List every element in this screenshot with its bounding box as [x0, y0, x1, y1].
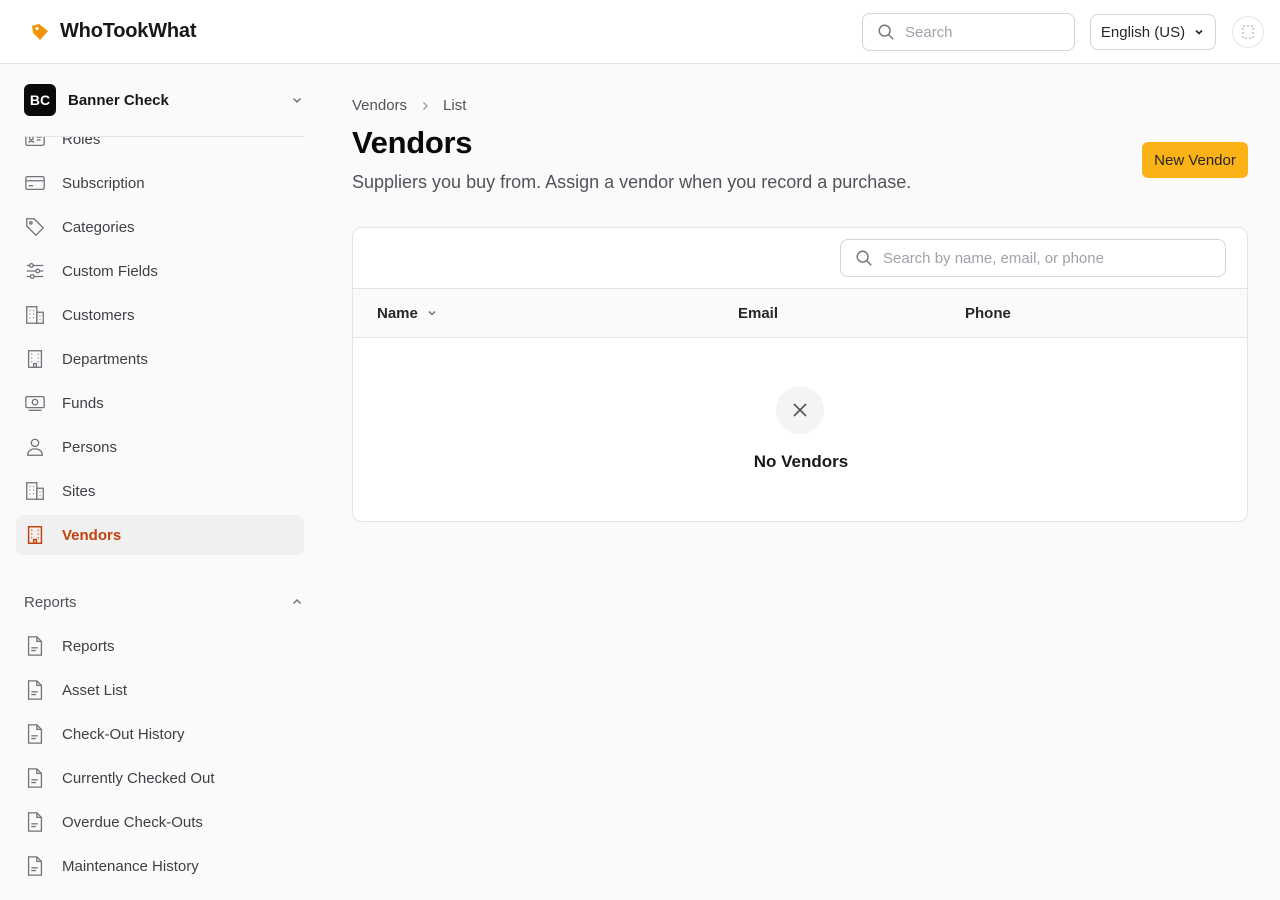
column-header-email[interactable]: Email	[738, 289, 778, 337]
chevron-up-icon	[292, 598, 302, 605]
sidebar-item-label: Maintenance History	[62, 857, 199, 875]
building-icon	[26, 482, 44, 500]
table-header: Name Email Phone	[353, 288, 1247, 338]
sliders-icon	[26, 263, 44, 279]
sidebar-item-label: Departments	[62, 350, 148, 368]
sidebar-item-label: Vendors	[62, 526, 122, 544]
office-building-icon	[27, 350, 43, 368]
sidebar-item-currently-checked-out[interactable]: Currently Checked Out	[16, 758, 304, 798]
banknote-icon	[25, 395, 45, 411]
sidebar-item-label: Overdue Check-Outs	[62, 813, 203, 831]
page-title: Vendors	[352, 125, 473, 160]
sidebar-item-overdue-check-outs[interactable]: Overdue Check-Outs	[16, 802, 304, 842]
chevron-down-icon	[292, 97, 302, 104]
sidebar-item-custom-fields[interactable]: Custom Fields	[16, 251, 304, 291]
sidebar-item-check-out-history[interactable]: Check-Out History	[16, 714, 304, 754]
user-avatar[interactable]	[1232, 16, 1264, 48]
brand[interactable]: WhoTookWhat	[30, 20, 196, 43]
sidebar: BC Banner Check Roles Subscription Categ…	[0, 65, 320, 900]
section-title: Reports	[24, 593, 77, 611]
top-bar: WhoTookWhat English (US)	[0, 0, 1280, 64]
sidebar-item-asset-list[interactable]: Asset List	[16, 670, 304, 710]
document-icon	[27, 812, 43, 832]
building-icon	[26, 306, 44, 324]
sidebar-item-subscription[interactable]: Subscription	[16, 163, 304, 203]
sidebar-item-label: Categories	[62, 218, 135, 236]
sidebar-item-label: Customers	[62, 306, 135, 324]
sidebar-item-label: Persons	[62, 438, 118, 456]
table-search-input[interactable]	[883, 249, 1213, 267]
sort-chevron-down-icon	[428, 310, 436, 316]
sidebar-item-departments[interactable]: Departments	[16, 339, 304, 379]
column-label: Name	[377, 304, 418, 322]
global-search-input[interactable]	[905, 23, 1055, 41]
org-switcher[interactable]: BC Banner Check	[24, 83, 304, 117]
org-avatar: BC	[24, 84, 56, 116]
page-subtitle: Suppliers you buy from. Assign a vendor …	[352, 172, 912, 192]
vendors-table-card: Name Email Phone No Vendors	[352, 227, 1248, 522]
close-icon	[793, 403, 807, 417]
document-icon	[27, 636, 43, 656]
sidebar-item-reports[interactable]: Reports	[16, 626, 304, 666]
language-select[interactable]: English (US)	[1090, 14, 1216, 50]
sidebar-item-label: Custom Fields	[62, 262, 158, 280]
sidebar-item-label: Currently Checked Out	[62, 769, 215, 787]
sidebar-item-label: Check-Out History	[62, 725, 185, 743]
search-icon	[856, 250, 872, 266]
column-label: Phone	[965, 304, 1011, 322]
office-building-icon	[27, 526, 43, 544]
sidebar-item-label: Sites	[62, 482, 96, 500]
sidebar-item-categories[interactable]: Categories	[16, 207, 304, 247]
sidebar-item-label: Subscription	[62, 174, 145, 192]
document-icon	[27, 680, 43, 700]
column-header-name[interactable]: Name	[377, 289, 438, 337]
sidebar-item-label: Roles	[62, 137, 101, 148]
global-search[interactable]	[862, 13, 1075, 51]
column-header-phone[interactable]: Phone	[965, 289, 1011, 337]
tag-icon	[26, 218, 45, 237]
credit-card-icon	[25, 175, 45, 191]
user-icon	[27, 438, 43, 456]
sidebar-item-label: Reports	[62, 637, 115, 655]
sidebar-item-vendors[interactable]: Vendors	[16, 515, 304, 555]
document-icon	[27, 768, 43, 788]
new-vendor-button[interactable]: New Vendor	[1142, 142, 1248, 178]
sidebar-item-label: Asset List	[62, 681, 128, 699]
empty-state-text: No Vendors	[753, 452, 849, 471]
empty-state-icon	[776, 386, 824, 434]
sidebar-item-persons[interactable]: Persons	[16, 427, 304, 467]
breadcrumb-current: List	[443, 97, 467, 114]
tag-logo-icon	[32, 23, 48, 40]
chevron-down-icon	[1195, 29, 1203, 35]
language-label: English (US)	[1100, 23, 1186, 41]
app-name: WhoTookWhat	[60, 20, 197, 42]
org-name: Banner Check	[68, 91, 169, 109]
document-icon	[27, 856, 43, 876]
sidebar-item-customers[interactable]: Customers	[16, 295, 304, 335]
sidebar-item-label: Funds	[62, 394, 104, 412]
chevron-right-icon	[423, 101, 429, 110]
sidebar-nav: Roles Subscription Categories Custom Fie…	[0, 137, 320, 900]
user-avatar-icon	[1242, 25, 1254, 39]
sidebar-item-sites[interactable]: Sites	[16, 471, 304, 511]
breadcrumb: Vendors List	[352, 97, 466, 114]
column-label: Email	[738, 304, 779, 322]
sidebar-item-roles[interactable]: Roles	[16, 137, 304, 159]
sidebar-item-funds[interactable]: Funds	[16, 383, 304, 423]
table-search[interactable]	[840, 239, 1226, 277]
search-icon	[878, 24, 894, 40]
reports-section-toggle[interactable]: Reports	[24, 590, 304, 614]
id-card-icon	[25, 137, 45, 147]
document-icon	[27, 724, 43, 744]
breadcrumb-vendors-link[interactable]: Vendors	[352, 97, 407, 114]
sidebar-item-maintenance-history[interactable]: Maintenance History	[16, 846, 304, 886]
